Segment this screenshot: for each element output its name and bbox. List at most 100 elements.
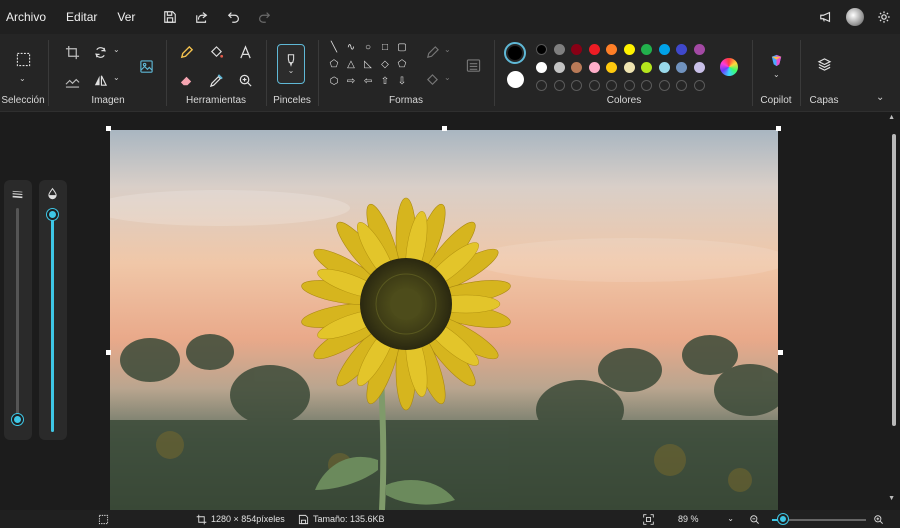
color-swatch[interactable] xyxy=(641,44,652,55)
color-swatch[interactable] xyxy=(676,62,687,73)
fill-chevron-icon[interactable]: ⌄ xyxy=(444,73,451,82)
text-icon[interactable] xyxy=(235,42,255,62)
shape-line[interactable]: ╲ xyxy=(326,40,342,56)
shape-arrow-up[interactable]: ⇧ xyxy=(377,74,393,90)
resize-handle-right[interactable] xyxy=(778,350,783,355)
line-width-icon[interactable] xyxy=(462,54,484,76)
custom-color-swatch[interactable] xyxy=(606,80,617,91)
color-swatch[interactable] xyxy=(553,44,565,55)
flip-icon[interactable] xyxy=(90,70,110,90)
custom-color-swatch[interactable] xyxy=(658,80,670,91)
eraser-icon[interactable] xyxy=(176,70,196,90)
shape-polygon[interactable]: ⬠ xyxy=(326,57,342,73)
custom-color-swatch[interactable] xyxy=(693,80,705,91)
opacity-slider[interactable] xyxy=(39,180,67,440)
image-creator-icon[interactable] xyxy=(134,54,158,78)
undo-icon[interactable] xyxy=(223,6,245,28)
selection-chevron-icon[interactable]: ⌄ xyxy=(19,74,26,83)
share-icon[interactable] xyxy=(191,6,213,28)
avatar[interactable] xyxy=(846,8,864,26)
color-swatch[interactable] xyxy=(588,44,600,55)
zoom-in-icon[interactable] xyxy=(873,510,884,528)
outline-chevron-icon[interactable]: ⌄ xyxy=(444,45,451,54)
edit-colors-icon[interactable] xyxy=(720,58,738,76)
primary-color-selector[interactable] xyxy=(504,42,526,64)
color-swatch[interactable] xyxy=(536,44,547,55)
color-swatch[interactable] xyxy=(658,62,670,73)
color-swatch[interactable] xyxy=(588,62,600,73)
color-picker-icon[interactable] xyxy=(206,70,226,90)
fit-to-window-icon[interactable] xyxy=(643,510,654,528)
scroll-down-icon[interactable]: ▼ xyxy=(888,495,895,502)
custom-color-swatch[interactable] xyxy=(536,80,547,91)
crop-icon[interactable] xyxy=(62,42,82,62)
secondary-color-selector[interactable] xyxy=(507,71,524,88)
resize-handle-top-left[interactable] xyxy=(106,126,111,131)
color-swatch[interactable] xyxy=(693,62,705,73)
color-swatch[interactable] xyxy=(623,62,635,73)
shape-right-triangle[interactable]: ◺ xyxy=(360,57,376,73)
shape-arrow-left[interactable]: ⇦ xyxy=(360,74,376,90)
color-swatch[interactable] xyxy=(676,44,687,55)
color-swatch[interactable] xyxy=(571,62,582,73)
copilot-chevron-icon[interactable]: ⌄ xyxy=(773,70,780,79)
save-icon[interactable] xyxy=(159,6,181,28)
rotate-icon[interactable] xyxy=(90,42,110,62)
custom-color-swatch[interactable] xyxy=(571,80,582,91)
megaphone-icon[interactable] xyxy=(818,9,834,25)
brush-button[interactable]: ⌄ xyxy=(277,44,305,84)
shape-rounded-rectangle[interactable]: ▢ xyxy=(394,40,410,56)
canvas[interactable] xyxy=(110,130,778,510)
shape-triangle[interactable]: △ xyxy=(343,57,359,73)
shape-arrow-right[interactable]: ⇨ xyxy=(343,74,359,90)
resize-handle-top[interactable] xyxy=(442,126,447,131)
shape-pentagon[interactable]: ⬠ xyxy=(394,57,410,73)
resize-icon[interactable] xyxy=(62,70,82,90)
shape-outline-icon[interactable] xyxy=(422,42,442,62)
color-swatch[interactable] xyxy=(623,44,635,55)
flip-chevron-icon[interactable]: ⌄ xyxy=(113,73,120,82)
color-swatch[interactable] xyxy=(641,62,652,73)
ribbon-collapse-chevron-icon[interactable]: ⌄ xyxy=(876,92,884,103)
vertical-scrollbar[interactable] xyxy=(892,124,896,494)
fill-bucket-icon[interactable] xyxy=(206,42,226,62)
custom-color-swatch[interactable] xyxy=(623,80,635,91)
zoom-slider-knob[interactable] xyxy=(778,514,788,524)
menu-file[interactable]: Archivo xyxy=(0,0,56,34)
pencil-icon[interactable] xyxy=(176,42,196,62)
select-rect-icon[interactable] xyxy=(12,48,34,70)
resize-handle-left[interactable] xyxy=(106,350,111,355)
color-swatch[interactable] xyxy=(693,44,705,55)
scrollbar-thumb[interactable] xyxy=(892,134,896,426)
color-swatch[interactable] xyxy=(553,62,565,73)
menu-view[interactable]: Ver xyxy=(107,0,145,34)
menu-edit[interactable]: Editar xyxy=(56,0,107,34)
shape-curve[interactable]: ∿ xyxy=(343,40,359,56)
brush-size-slider[interactable] xyxy=(4,180,32,440)
color-swatch[interactable] xyxy=(536,62,547,73)
zoom-dropdown[interactable]: 89 % ⌄ xyxy=(670,510,734,528)
shape-diamond[interactable]: ◇ xyxy=(377,57,393,73)
copilot-icon[interactable] xyxy=(766,50,786,70)
color-swatch[interactable] xyxy=(571,44,582,55)
redo-icon[interactable] xyxy=(253,6,275,28)
resize-handle-top-right[interactable] xyxy=(776,126,781,131)
magnifier-icon[interactable] xyxy=(235,70,255,90)
rotate-chevron-icon[interactable]: ⌄ xyxy=(113,45,120,54)
shape-oval[interactable]: ○ xyxy=(360,40,376,56)
custom-color-swatch[interactable] xyxy=(588,80,600,91)
zoom-out-icon[interactable] xyxy=(749,510,760,528)
custom-color-swatch[interactable] xyxy=(553,80,565,91)
gear-icon[interactable] xyxy=(876,9,892,25)
scroll-up-icon[interactable]: ▲ xyxy=(888,114,895,121)
layers-icon[interactable] xyxy=(814,54,834,74)
custom-color-swatch[interactable] xyxy=(676,80,687,91)
brush-size-knob[interactable] xyxy=(12,414,23,426)
color-swatch[interactable] xyxy=(606,62,617,73)
shape-fill-icon[interactable] xyxy=(422,70,442,90)
opacity-knob[interactable] xyxy=(47,209,58,220)
shape-arrow-down[interactable]: ⇩ xyxy=(394,74,410,90)
color-swatch[interactable] xyxy=(606,44,617,55)
shape-hexagon[interactable]: ⬡ xyxy=(326,74,342,90)
custom-color-swatch[interactable] xyxy=(641,80,652,91)
